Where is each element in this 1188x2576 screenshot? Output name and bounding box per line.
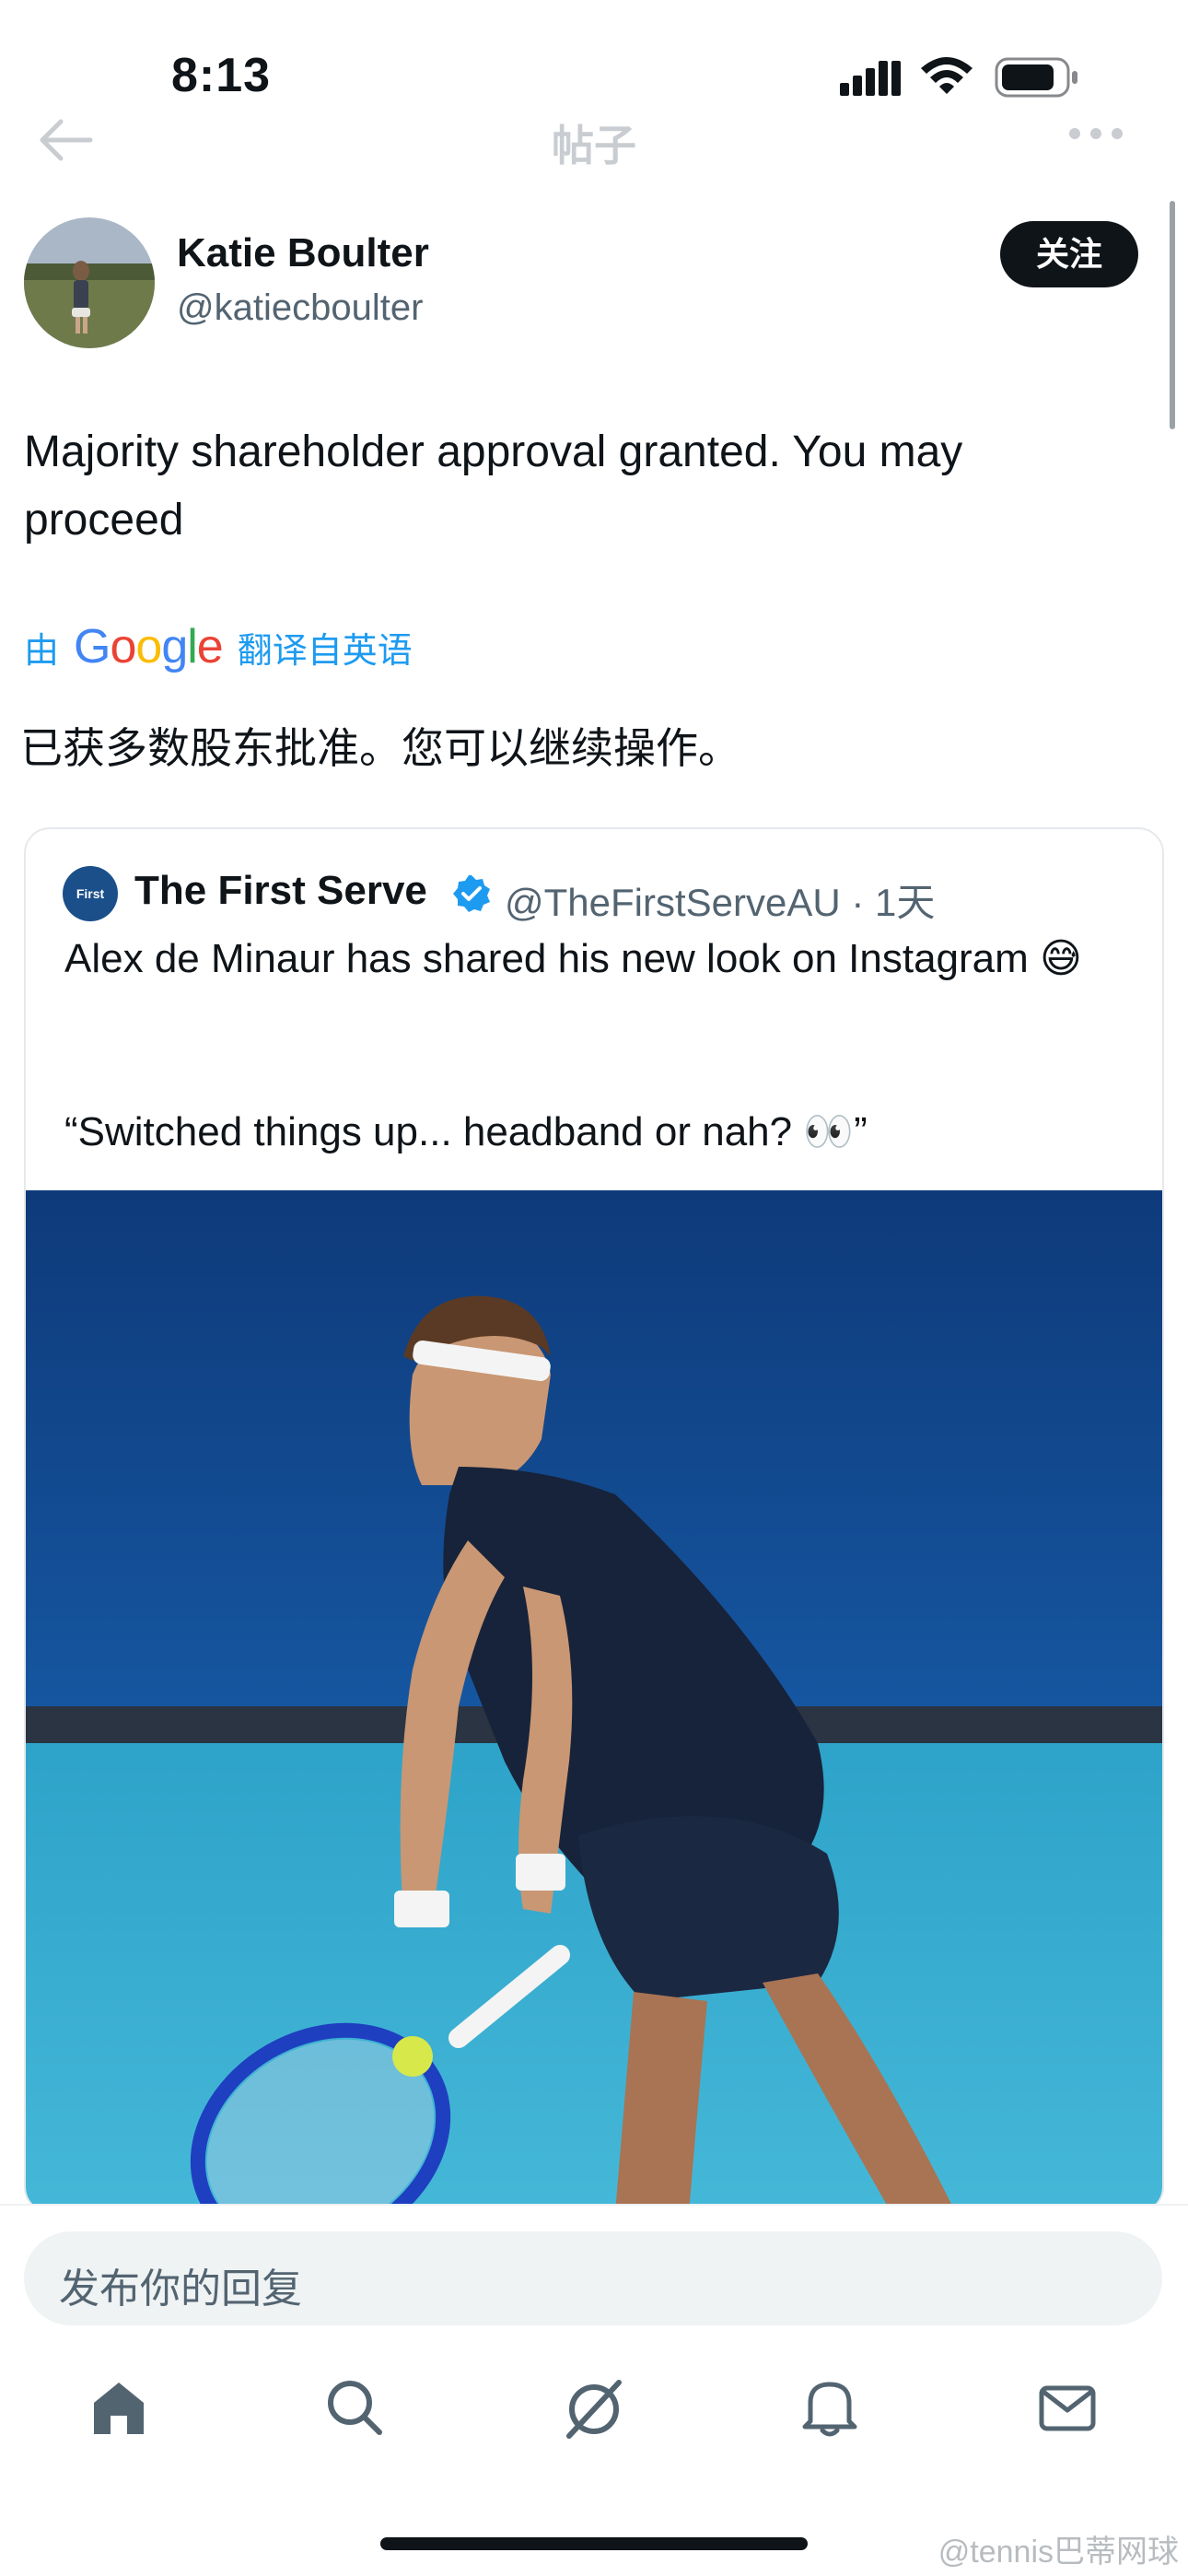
home-icon[interactable]: [88, 2377, 149, 2438]
avatar[interactable]: [24, 217, 155, 348]
avatar-image: [24, 217, 155, 348]
quote-photo[interactable]: [26, 1190, 1162, 2213]
wifi-icon: [921, 57, 973, 94]
translation-attribution[interactable]: 由 Google 翻译自英语: [24, 619, 413, 674]
quote-avatar[interactable]: First Serve: [63, 866, 118, 956]
follow-button[interactable]: 关注: [1000, 221, 1138, 287]
quote-text-second: “Switched things up... headband or nah? …: [64, 1109, 868, 1154]
translation-source-label: 翻译自英语: [237, 631, 413, 671]
battery-icon: [995, 57, 1077, 98]
post-text: Majority shareholder approval granted. Y…: [24, 427, 963, 544]
reply-bar: 发布你的回复: [0, 2204, 1188, 2344]
quote-handle-time: @TheFirstServeAU · 1天: [505, 881, 936, 924]
display-name[interactable]: Katie Boulter: [177, 230, 429, 276]
messages-envelope-icon[interactable]: [1037, 2377, 1098, 2438]
page-title: 帖子: [552, 122, 636, 170]
reply-placeholder: 发布你的回复: [59, 2266, 302, 2312]
google-logo: Google: [74, 620, 224, 673]
top-nav: 帖子: [0, 101, 1188, 175]
translation-by-label: 由: [24, 631, 60, 671]
more-options-icon[interactable]: [1068, 127, 1124, 140]
search-icon[interactable]: [324, 2377, 385, 2438]
bottom-tab-bar: [0, 2359, 1188, 2469]
watermark: @tennis巴蒂网球: [938, 2535, 1179, 2570]
reply-input[interactable]: 发布你的回复: [24, 2231, 1162, 2325]
cellular-signal-icon: [840, 61, 901, 96]
notifications-bell-icon[interactable]: [801, 2377, 858, 2438]
verified-badge-icon: [453, 875, 490, 912]
scrollbar[interactable]: [1170, 201, 1175, 429]
translated-text: 已获多数股东批准。您可以继续操作。: [20, 724, 740, 772]
quote-text: Alex de Minaur has shared his new look o…: [64, 936, 1082, 981]
quote-display-name[interactable]: The First Serve: [134, 868, 427, 914]
quoted-post[interactable]: First Serve The First Serve @TheFirstSer…: [24, 827, 1164, 2213]
user-handle[interactable]: @katiecboulter: [177, 287, 423, 329]
grok-icon[interactable]: [562, 2377, 626, 2441]
status-time: 8:13: [171, 49, 272, 102]
home-indicator[interactable]: [380, 2537, 808, 2550]
